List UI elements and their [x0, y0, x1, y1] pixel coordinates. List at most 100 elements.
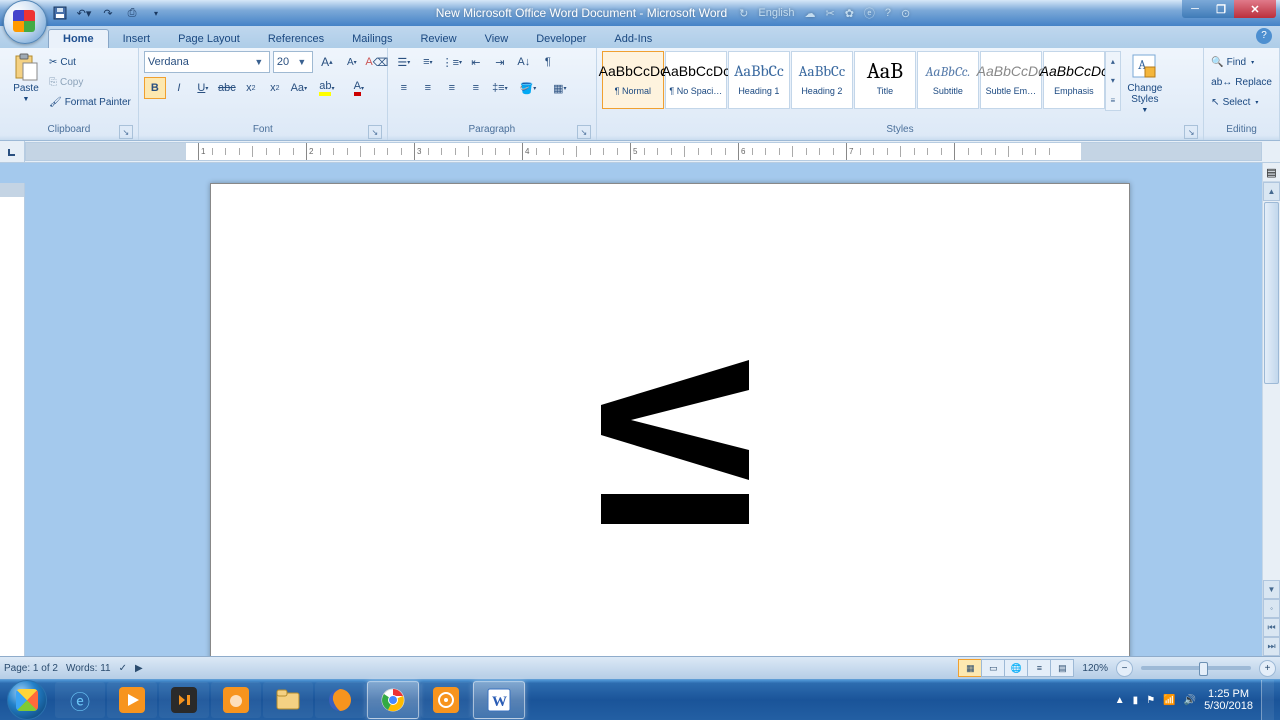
tab-developer[interactable]: Developer	[522, 30, 600, 48]
line-spacing-button[interactable]: ‡≡▾	[489, 77, 511, 99]
shrink-font-button[interactable]: A▾	[341, 51, 363, 73]
style-item[interactable]: AaBbCc.Subtitle	[917, 51, 979, 109]
clipboard-launcher[interactable]: ↘	[119, 125, 133, 139]
align-center-button[interactable]: ≡	[417, 77, 439, 99]
taskbar-media[interactable]	[107, 682, 157, 718]
font-launcher[interactable]: ↘	[368, 125, 382, 139]
ie-icon[interactable]: ⓔ	[864, 5, 875, 21]
styles-gallery-more[interactable]: ▴▾≡	[1105, 51, 1121, 111]
help-toolbar-icon[interactable]: ?	[885, 7, 891, 19]
taskbar-capture[interactable]	[421, 682, 471, 718]
undo-icon[interactable]: ↶▾	[76, 5, 92, 21]
next-page-button[interactable]: ⏭	[1263, 637, 1280, 656]
outline-view[interactable]: ≡	[1027, 659, 1051, 677]
scissors-icon[interactable]: ✂	[825, 7, 834, 20]
styles-launcher[interactable]: ↘	[1184, 125, 1198, 139]
cut-button[interactable]: ✂Cut	[49, 53, 131, 71]
show-desktop-button[interactable]	[1261, 680, 1274, 720]
align-left-button[interactable]: ≡	[393, 77, 415, 99]
taskbar-player[interactable]	[159, 682, 209, 718]
proofing-icon[interactable]: ✓	[119, 663, 127, 674]
justify-button[interactable]: ≡	[465, 77, 487, 99]
copy-button[interactable]: ⎘Copy	[49, 73, 131, 91]
tray-volume-icon[interactable]: 🔊	[1184, 695, 1196, 706]
scroll-track[interactable]	[1263, 201, 1280, 580]
zoom-slider[interactable]	[1141, 666, 1251, 670]
options-icon[interactable]: ⊙	[901, 7, 910, 20]
tab-home[interactable]: Home	[48, 29, 109, 48]
scroll-up-button[interactable]: ▲	[1263, 182, 1280, 201]
zoom-in-button[interactable]: +	[1259, 660, 1276, 677]
bold-button[interactable]: B	[144, 77, 166, 99]
macro-icon[interactable]: ▶	[135, 663, 143, 674]
print-layout-view[interactable]: ▦	[958, 659, 982, 677]
scroll-thumb[interactable]	[1264, 202, 1279, 384]
taskbar-ie[interactable]: ⓔ	[55, 682, 105, 718]
replace-button[interactable]: ab↔Replace	[1211, 73, 1272, 91]
language-label[interactable]: English	[758, 7, 794, 19]
gear-icon[interactable]: ✿	[845, 7, 854, 20]
tab-references[interactable]: References	[254, 30, 338, 48]
shading-button[interactable]: 🪣▾	[513, 77, 543, 99]
zoom-knob[interactable]	[1199, 662, 1208, 676]
minimize-button[interactable]: ─	[1182, 0, 1208, 18]
paste-button[interactable]: Paste ▼	[5, 51, 47, 103]
taskbar-chrome[interactable]	[367, 681, 419, 719]
page[interactable]	[210, 183, 1130, 656]
tray-network-icon[interactable]: 📶	[1163, 695, 1175, 706]
qat-item-icon[interactable]: ⎙	[124, 5, 140, 21]
refresh-icon[interactable]: ↻	[739, 7, 748, 20]
change-case-button[interactable]: Aa▾	[288, 77, 310, 99]
styles-gallery[interactable]: AaBbCcDc¶ NormalAaBbCcDc¶ No Spaci…AaBbC…	[602, 51, 1105, 109]
clear-format-button[interactable]: A⌫	[366, 51, 388, 73]
style-item[interactable]: AaBbCcHeading 1	[728, 51, 790, 109]
help-icon[interactable]: ?	[1256, 28, 1272, 44]
tab-mailings[interactable]: Mailings	[338, 30, 406, 48]
show-marks-button[interactable]: ¶	[537, 51, 559, 73]
borders-button[interactable]: ▦▾	[545, 77, 575, 99]
font-size-select[interactable]: 20▼	[273, 51, 313, 73]
tab-view[interactable]: View	[471, 30, 523, 48]
draft-view[interactable]: ▤	[1050, 659, 1074, 677]
tray-battery-icon[interactable]: ▮	[1133, 695, 1139, 706]
start-button[interactable]	[0, 680, 54, 720]
taskbar-explorer[interactable]	[263, 682, 313, 718]
tray-clock[interactable]: 1:25 PM 5/30/2018	[1204, 688, 1253, 712]
browse-object-button[interactable]: ◦	[1263, 599, 1280, 618]
format-painter-button[interactable]: 🖌Format Painter	[49, 93, 131, 111]
vertical-scrollbar[interactable]: ▤ ▲ ▼ ◦ ⏮ ⏭	[1262, 163, 1280, 656]
grow-font-button[interactable]: A▴	[316, 51, 338, 73]
vertical-ruler[interactable]	[0, 183, 25, 656]
taskbar-camera[interactable]	[211, 682, 261, 718]
taskbar-firefox[interactable]	[315, 682, 365, 718]
office-button[interactable]	[3, 0, 47, 44]
tab-addins[interactable]: Add-Ins	[600, 30, 666, 48]
close-button[interactable]: ✕	[1234, 0, 1276, 18]
sort-button[interactable]: A↓	[513, 51, 535, 73]
web-view[interactable]: 🌐	[1004, 659, 1028, 677]
zoom-level[interactable]: 120%	[1082, 663, 1108, 674]
zoom-out-button[interactable]: −	[1116, 660, 1133, 677]
tray-expand-icon[interactable]: ▲	[1115, 695, 1125, 706]
horizontal-ruler[interactable]: 1234567	[25, 142, 1262, 161]
superscript-button[interactable]: x2	[264, 77, 286, 99]
tray-flag-icon[interactable]: ⚑	[1146, 695, 1155, 706]
highlight-button[interactable]: ab▾	[312, 77, 342, 99]
word-count[interactable]: Words: 11	[66, 663, 111, 674]
page-indicator[interactable]: Page: 1 of 2	[4, 663, 58, 674]
style-item[interactable]: AaBbCcDc¶ Normal	[602, 51, 664, 109]
change-styles-button[interactable]: A Change Styles▼	[1121, 51, 1169, 114]
find-button[interactable]: 🔍Find▾	[1211, 53, 1272, 71]
scroll-down-button[interactable]: ▼	[1263, 580, 1280, 599]
save-icon[interactable]	[52, 5, 68, 21]
style-item[interactable]: AaBbCcDc¶ No Spaci…	[665, 51, 727, 109]
maximize-button[interactable]: ❐	[1208, 0, 1234, 18]
style-item[interactable]: AaBTitle	[854, 51, 916, 109]
taskbar-word[interactable]: W	[473, 681, 525, 719]
italic-button[interactable]: I	[168, 77, 190, 99]
document-viewport[interactable]	[25, 163, 1262, 656]
style-item[interactable]: AaBbCcDcEmphasis	[1043, 51, 1105, 109]
ruler-toggle-button[interactable]: ▤	[1263, 163, 1280, 182]
style-item[interactable]: AaBbCcDcSubtle Em…	[980, 51, 1042, 109]
align-right-button[interactable]: ≡	[441, 77, 463, 99]
